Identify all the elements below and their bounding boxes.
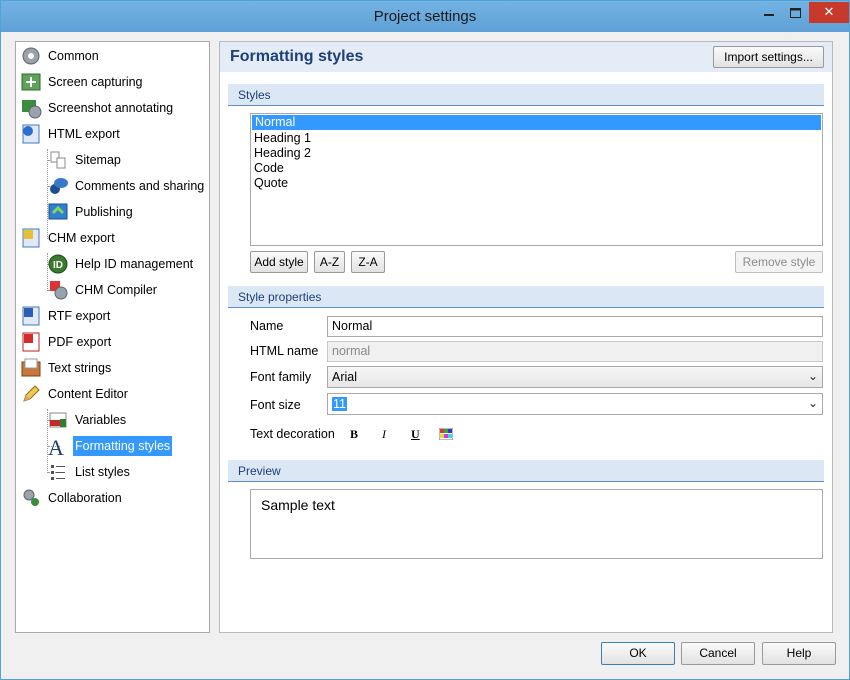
italic-button[interactable]: I [382,427,386,442]
publishing-icon [47,201,69,223]
bold-button[interactable]: B [350,427,358,442]
html-name-label: HTML name [250,344,319,358]
name-field[interactable]: Normal [327,316,823,337]
svg-text:A: A [48,435,64,457]
project-settings-window: Project settings ✕ Common Screen capturi… [0,0,850,680]
nav-item-collaboration[interactable]: Collaboration [20,487,124,509]
color-button[interactable] [438,427,454,443]
nav-item-sitemap[interactable]: Sitemap [47,149,123,171]
page-title: Formatting styles [230,48,364,65]
list-item[interactable]: Quote [251,176,822,191]
style-properties-section-header: Style properties [228,286,824,308]
nav-item-pdf-export[interactable]: PDF export [20,331,113,353]
sort-za-button[interactable]: Z-A [351,251,385,273]
nav-item-html-export[interactable]: HTML export [20,123,122,145]
chm-compiler-icon [47,279,69,301]
nav-item-variables[interactable]: Variables [47,409,128,431]
help-button[interactable]: Help [762,642,836,665]
title-bar[interactable]: Project settings ✕ [1,1,849,32]
sort-az-button[interactable]: A-Z [314,251,345,273]
nav-item-publishing[interactable]: Publishing [47,201,135,223]
variables-icon [47,409,69,431]
collaboration-icon [20,487,42,509]
cancel-button[interactable]: Cancel [681,642,755,665]
style-preview: Sample text [250,489,823,559]
gear-icon [20,45,42,67]
nav-item-screen-capturing[interactable]: Screen capturing [20,71,145,93]
list-item[interactable]: Heading 2 [251,146,822,161]
nav-item-common[interactable]: Common [20,45,101,67]
preview-text: Sample text [261,497,335,513]
nav-item-chm-compiler[interactable]: CHM Compiler [47,279,159,301]
styles-section-header: Styles [228,84,824,106]
nav-item-help-id-management[interactable]: ID Help ID management [47,253,195,275]
chm-export-icon [20,227,42,249]
comments-icon [47,175,69,197]
ok-button[interactable]: OK [601,642,675,665]
nav-item-list-styles[interactable]: List styles [47,461,132,483]
pdf-export-icon [20,331,42,353]
sitemap-icon [47,149,69,171]
svg-text:ID: ID [53,260,63,271]
nav-item-content-editor[interactable]: Content Editor [20,383,130,405]
font-size-combobox[interactable]: 11 ⌄ [327,393,823,415]
text-decoration-label: Text decoration [250,427,335,441]
formatting-styles-panel: Formatting styles Import settings... Sty… [219,41,833,633]
html-name-field[interactable]: normal [327,341,823,362]
font-family-value: Arial [332,370,358,384]
list-item[interactable]: Heading 1 [251,131,822,146]
nav-item-text-strings[interactable]: Text strings [20,357,113,379]
color-palette-icon [438,427,454,441]
chevron-down-icon: ⌄ [807,396,818,410]
minimize-button[interactable] [755,2,782,23]
close-icon: ✕ [823,4,835,19]
preview-section-header: Preview [228,460,824,482]
list-item[interactable]: Code [251,161,822,176]
pencil-icon [20,383,42,405]
close-button[interactable]: ✕ [809,2,849,23]
chevron-down-icon: ⌄ [807,369,818,383]
underline-button[interactable]: U [411,427,420,442]
text-strings-icon [20,357,42,379]
annotate-icon [20,97,42,119]
nav-item-rtf-export[interactable]: RTF export [20,305,112,327]
settings-tree[interactable]: Common Screen capturing Screenshot annot… [15,41,210,633]
screen-capture-icon [20,71,42,93]
font-size-label: Font size [250,398,301,412]
name-label: Name [250,319,284,333]
maximize-icon [789,8,801,18]
list-item[interactable]: Normal [252,115,821,130]
styles-list[interactable]: Normal Heading 1 Heading 2 Code Quote [250,113,823,246]
remove-style-button[interactable]: Remove style [735,251,823,273]
rtf-export-icon [20,305,42,327]
window-title: Project settings [373,8,477,25]
nav-item-comments-and-sharing[interactable]: Comments and sharing [47,175,206,197]
nav-item-formatting-styles[interactable]: A Formatting styles [47,435,173,460]
font-family-label: Font family [250,370,312,384]
help-id-icon: ID [47,253,69,275]
font-family-select[interactable]: Arial ⌄ [327,366,823,388]
html-export-icon [20,123,42,145]
add-style-button[interactable]: Add style [250,251,308,273]
minimize-icon [763,14,774,16]
import-settings-button[interactable]: Import settings... [713,46,824,68]
formatting-styles-icon: A [47,435,69,460]
maximize-button[interactable] [782,2,808,23]
nav-item-screenshot-annotating[interactable]: Screenshot annotating [20,97,175,119]
panel-header: Formatting styles Import settings... [220,42,832,72]
list-styles-icon [47,461,69,483]
nav-item-chm-export[interactable]: CHM export [20,227,117,249]
font-size-value: 11 [332,397,347,411]
